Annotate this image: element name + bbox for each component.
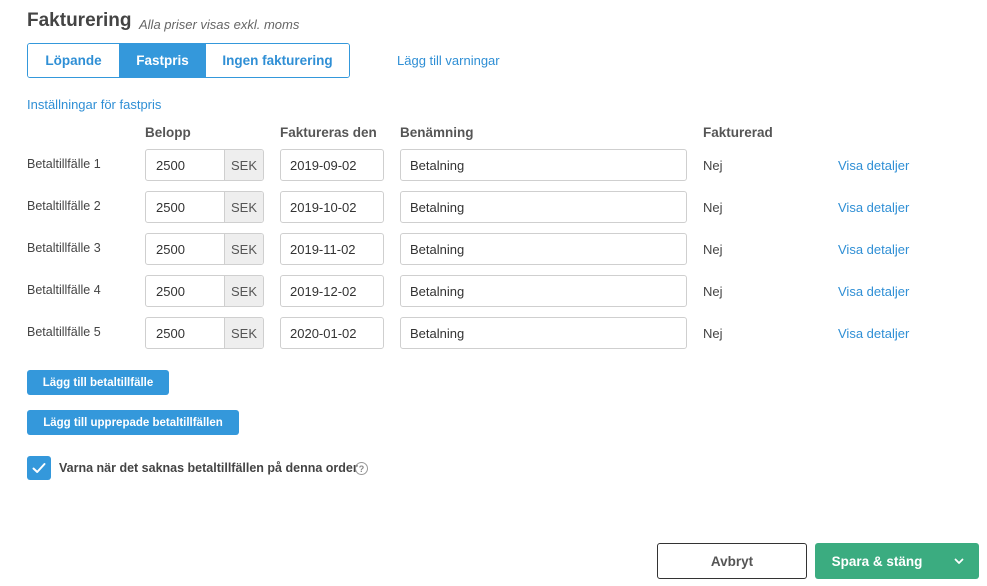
billing-mode-toggle: Löpande Fastpris Ingen fakturering	[27, 43, 350, 78]
amount-value[interactable]: 2500	[146, 318, 224, 348]
row-label: Betaltillfälle 4	[27, 283, 101, 297]
invoice-date-field[interactable]: 2019-11-02	[280, 233, 384, 265]
invoice-date-field[interactable]: 2019-12-02	[280, 275, 384, 307]
amount-value[interactable]: 2500	[146, 276, 224, 306]
show-details-link[interactable]: Visa detaljer	[838, 158, 909, 173]
save-close-label: Spara & stäng	[831, 553, 923, 569]
name-field[interactable]: Betalning	[400, 233, 687, 265]
name-field[interactable]: Betalning	[400, 149, 687, 181]
amount-value[interactable]: 2500	[146, 234, 224, 264]
warn-checkbox[interactable]	[27, 456, 51, 480]
page-subtitle: Alla priser visas exkl. moms	[139, 17, 300, 32]
page-title: Fakturering	[27, 10, 132, 31]
warn-checkbox-label: Varna när det saknas betaltillfällen på …	[59, 461, 358, 475]
currency-addon: SEK	[224, 192, 263, 222]
column-header-invoiced: Fakturerad	[703, 125, 773, 140]
invoice-date-field[interactable]: 2019-10-02	[280, 191, 384, 223]
invoiced-status: Nej	[703, 158, 723, 173]
currency-addon: SEK	[224, 276, 263, 306]
add-warnings-link[interactable]: Lägg till varningar	[397, 53, 500, 68]
show-details-link[interactable]: Visa detaljer	[838, 200, 909, 215]
billing-mode-ingen[interactable]: Ingen fakturering	[206, 44, 349, 77]
cancel-button[interactable]: Avbryt	[657, 543, 807, 579]
row-label: Betaltillfälle 1	[27, 157, 101, 171]
currency-addon: SEK	[224, 150, 263, 180]
column-header-name: Benämning	[400, 125, 474, 140]
save-close-button[interactable]: Spara & stäng	[815, 543, 979, 579]
invoice-date-field[interactable]: 2020-01-02	[280, 317, 384, 349]
show-details-link[interactable]: Visa detaljer	[838, 242, 909, 257]
amount-field[interactable]: 2500 SEK	[145, 191, 264, 223]
show-details-link[interactable]: Visa detaljer	[838, 326, 909, 341]
invoiced-status: Nej	[703, 326, 723, 341]
invoiced-status: Nej	[703, 242, 723, 257]
name-field[interactable]: Betalning	[400, 191, 687, 223]
amount-value[interactable]: 2500	[146, 192, 224, 222]
help-circle-icon[interactable]: ?	[355, 462, 368, 475]
currency-addon: SEK	[224, 234, 263, 264]
add-payment-button[interactable]: Lägg till betaltillfälle	[27, 370, 169, 395]
name-field[interactable]: Betalning	[400, 317, 687, 349]
add-recurring-payments-button[interactable]: Lägg till upprepade betaltillfällen	[27, 410, 239, 435]
billing-mode-lopande[interactable]: Löpande	[28, 44, 120, 77]
billing-mode-fastpris[interactable]: Fastpris	[120, 44, 206, 77]
name-field[interactable]: Betalning	[400, 275, 687, 307]
check-icon	[32, 463, 46, 473]
row-label: Betaltillfälle 3	[27, 241, 101, 255]
amount-field[interactable]: 2500 SEK	[145, 317, 264, 349]
invoice-date-field[interactable]: 2019-09-02	[280, 149, 384, 181]
column-header-invoice-date: Faktureras den	[280, 125, 377, 140]
amount-field[interactable]: 2500 SEK	[145, 233, 264, 265]
amount-field[interactable]: 2500 SEK	[145, 149, 264, 181]
invoiced-status: Nej	[703, 284, 723, 299]
currency-addon: SEK	[224, 318, 263, 348]
save-options-dropdown[interactable]	[939, 543, 979, 579]
amount-field[interactable]: 2500 SEK	[145, 275, 264, 307]
column-header-amount: Belopp	[145, 125, 191, 140]
fixed-price-settings-link[interactable]: Inställningar för fastpris	[27, 97, 161, 112]
show-details-link[interactable]: Visa detaljer	[838, 284, 909, 299]
row-label: Betaltillfälle 5	[27, 325, 101, 339]
row-label: Betaltillfälle 2	[27, 199, 101, 213]
invoiced-status: Nej	[703, 200, 723, 215]
chevron-down-icon	[954, 558, 964, 564]
amount-value[interactable]: 2500	[146, 150, 224, 180]
